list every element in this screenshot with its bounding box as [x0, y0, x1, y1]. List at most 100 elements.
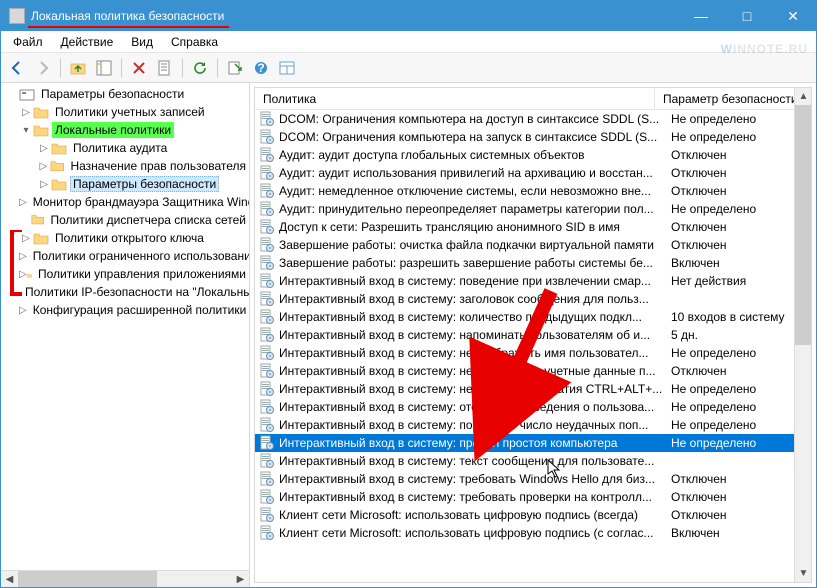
policy-icon — [259, 291, 275, 307]
expand-icon[interactable]: ▷ — [19, 303, 27, 317]
refresh-button[interactable] — [188, 56, 212, 80]
column-setting[interactable]: Параметр безопасности — [655, 88, 811, 109]
policy-row[interactable]: Доступ к сети: Разрешить трансляцию анон… — [255, 218, 811, 236]
content-area: Параметры безопасности ▷Политики учетных… — [1, 83, 816, 587]
scroll-down-icon[interactable]: ▼ — [795, 565, 812, 582]
policy-row[interactable]: DCOM: Ограничения компьютера на доступ в… — [255, 110, 811, 128]
export-button[interactable] — [223, 56, 247, 80]
toolbar-sep — [60, 58, 61, 78]
policy-name: Аудит: аудит использования привилегий на… — [279, 166, 671, 180]
tree-label: Назначение прав пользователя — [67, 158, 249, 174]
tree-label: Политики диспетчера списка сетей — [47, 212, 249, 228]
tree-item-local-policies[interactable]: ▾Локальные политики — [1, 121, 249, 139]
tree-label: Политики открытого ключа — [52, 230, 207, 246]
policy-name: Интерактивный вход в систему: не отображ… — [279, 346, 671, 360]
expand-icon[interactable]: ▷ — [37, 141, 51, 155]
scroll-up-icon[interactable]: ▲ — [795, 88, 812, 105]
scroll-thumb[interactable] — [795, 105, 811, 345]
tree-item-audit-policy[interactable]: ▷Политика аудита — [1, 139, 249, 157]
policy-row[interactable]: Аудит: аудит использования привилегий на… — [255, 164, 811, 182]
policy-row[interactable]: Завершение работы: разрешить завершение … — [255, 254, 811, 272]
column-label: Политика — [263, 92, 316, 106]
policy-row[interactable]: Интерактивный вход в систему: пороговое … — [255, 416, 811, 434]
tree-item-firewall[interactable]: ▷Монитор брандмауэра Защитника Windows — [1, 193, 249, 211]
scroll-right-icon[interactable]: ▶ — [232, 571, 249, 588]
expand-icon[interactable]: ▷ — [19, 231, 33, 245]
expand-icon[interactable]: ▷ — [19, 105, 33, 119]
policy-row[interactable]: Аудит: аудит доступа глобальных системны… — [255, 146, 811, 164]
expand-icon[interactable]: ▷ — [19, 195, 27, 209]
policy-row[interactable]: Интерактивный вход в систему: не требова… — [255, 380, 811, 398]
policy-row[interactable]: Интерактивный вход в систему: не отображ… — [255, 344, 811, 362]
policy-value: Включен — [671, 526, 811, 540]
policy-row[interactable]: Интерактивный вход в систему: не отображ… — [255, 362, 811, 380]
policy-icon — [259, 435, 275, 451]
forward-button[interactable] — [31, 56, 55, 80]
policy-row[interactable]: Интерактивный вход в систему: требовать … — [255, 470, 811, 488]
scroll-track[interactable] — [18, 571, 232, 588]
collapse-icon[interactable]: ▾ — [19, 123, 33, 137]
policy-row[interactable]: Интерактивный вход в систему: предел про… — [255, 434, 811, 452]
tree-item-software-restriction[interactable]: ▷Политики ограниченного использования пр… — [1, 247, 249, 265]
menu-file[interactable]: Файл — [5, 33, 51, 51]
tree-root[interactable]: Параметры безопасности — [1, 85, 249, 103]
policy-icon — [259, 399, 275, 415]
policy-row[interactable]: Интерактивный вход в систему: напоминать… — [255, 326, 811, 344]
policy-value: 5 дн. — [671, 328, 811, 342]
close-button[interactable]: ✕ — [770, 1, 816, 31]
policy-icon — [259, 327, 275, 343]
tree-item-security-options[interactable]: ▷Параметры безопасности — [1, 175, 249, 193]
policy-row[interactable]: Интерактивный вход в систему: количество… — [255, 308, 811, 326]
policy-row[interactable]: Аудит: немедленное отключение системы, е… — [255, 182, 811, 200]
minimize-button[interactable]: — — [678, 1, 724, 31]
policy-name: Доступ к сети: Разрешить трансляцию анон… — [279, 220, 671, 234]
policy-row[interactable]: Клиент сети Microsoft: использовать цифр… — [255, 524, 811, 542]
menu-action[interactable]: Действие — [53, 33, 122, 51]
help-button[interactable]: ? — [249, 56, 273, 80]
policy-row[interactable]: Клиент сети Microsoft: использовать цифр… — [255, 506, 811, 524]
policy-row[interactable]: Интерактивный вход в систему: поведение … — [255, 272, 811, 290]
expand-icon[interactable]: ▷ — [19, 267, 27, 281]
tree-item-app-control[interactable]: ▷Политики управления приложениями — [1, 265, 249, 283]
policy-name: Завершение работы: разрешить завершение … — [279, 256, 671, 270]
tree-label: Политики ограниченного использования про… — [30, 248, 250, 264]
tree-h-scrollbar[interactable]: ◀ ▶ — [1, 570, 249, 587]
expand-icon[interactable]: ▷ — [37, 159, 50, 173]
tree-pane[interactable]: Параметры безопасности ▷Политики учетных… — [1, 83, 250, 587]
policy-value: Не определено — [671, 382, 811, 396]
delete-button[interactable] — [127, 56, 151, 80]
policy-row[interactable]: Интерактивный вход в систему: отображать… — [255, 398, 811, 416]
tree-item-user-rights[interactable]: ▷ Назначение прав пользователя — [1, 157, 249, 175]
tree-item-public-key[interactable]: ▷ Политики открытого ключа — [1, 229, 249, 247]
expand-icon[interactable]: ▷ — [19, 249, 27, 263]
tree-item-network-list[interactable]: Политики диспетчера списка сетей — [1, 211, 249, 229]
list-v-scrollbar[interactable]: ▲ ▼ — [794, 88, 811, 582]
policy-name: Интерактивный вход в систему: количество… — [279, 310, 671, 324]
view-button[interactable] — [275, 56, 299, 80]
maximize-button[interactable]: □ — [724, 1, 770, 31]
expand-icon[interactable]: ▷ — [37, 177, 51, 191]
back-button[interactable] — [5, 56, 29, 80]
list-body[interactable]: DCOM: Ограничения компьютера на доступ в… — [255, 110, 811, 582]
policy-icon — [259, 507, 275, 523]
window-controls: — □ ✕ — [678, 1, 816, 31]
policy-icon — [259, 471, 275, 487]
tree-item-ipsec[interactable]: Политики IP-безопасности на "Локальный к… — [1, 283, 249, 301]
show-hide-tree-button[interactable] — [92, 56, 116, 80]
policy-row[interactable]: Интерактивный вход в систему: заголовок … — [255, 290, 811, 308]
policy-row[interactable]: Интерактивный вход в систему: требовать … — [255, 488, 811, 506]
policy-row[interactable]: DCOM: Ограничения компьютера на запуск в… — [255, 128, 811, 146]
policy-row[interactable]: Аудит: принудительно переопределяет пара… — [255, 200, 811, 218]
scroll-thumb[interactable] — [18, 571, 157, 588]
tree-item-adv-audit[interactable]: ▷Конфигурация расширенной политики аудит… — [1, 301, 249, 319]
up-folder-button[interactable] — [66, 56, 90, 80]
column-policy[interactable]: Политика — [255, 88, 655, 109]
properties-button[interactable] — [153, 56, 177, 80]
scroll-left-icon[interactable]: ◀ — [1, 571, 18, 588]
policy-row[interactable]: Завершение работы: очистка файла подкачк… — [255, 236, 811, 254]
menu-view[interactable]: Вид — [123, 33, 161, 51]
menu-help[interactable]: Справка — [163, 33, 226, 51]
policy-name: Аудит: принудительно переопределяет пара… — [279, 202, 671, 216]
policy-row[interactable]: Интерактивный вход в систему: текст сооб… — [255, 452, 811, 470]
tree-item-account-policies[interactable]: ▷Политики учетных записей — [1, 103, 249, 121]
